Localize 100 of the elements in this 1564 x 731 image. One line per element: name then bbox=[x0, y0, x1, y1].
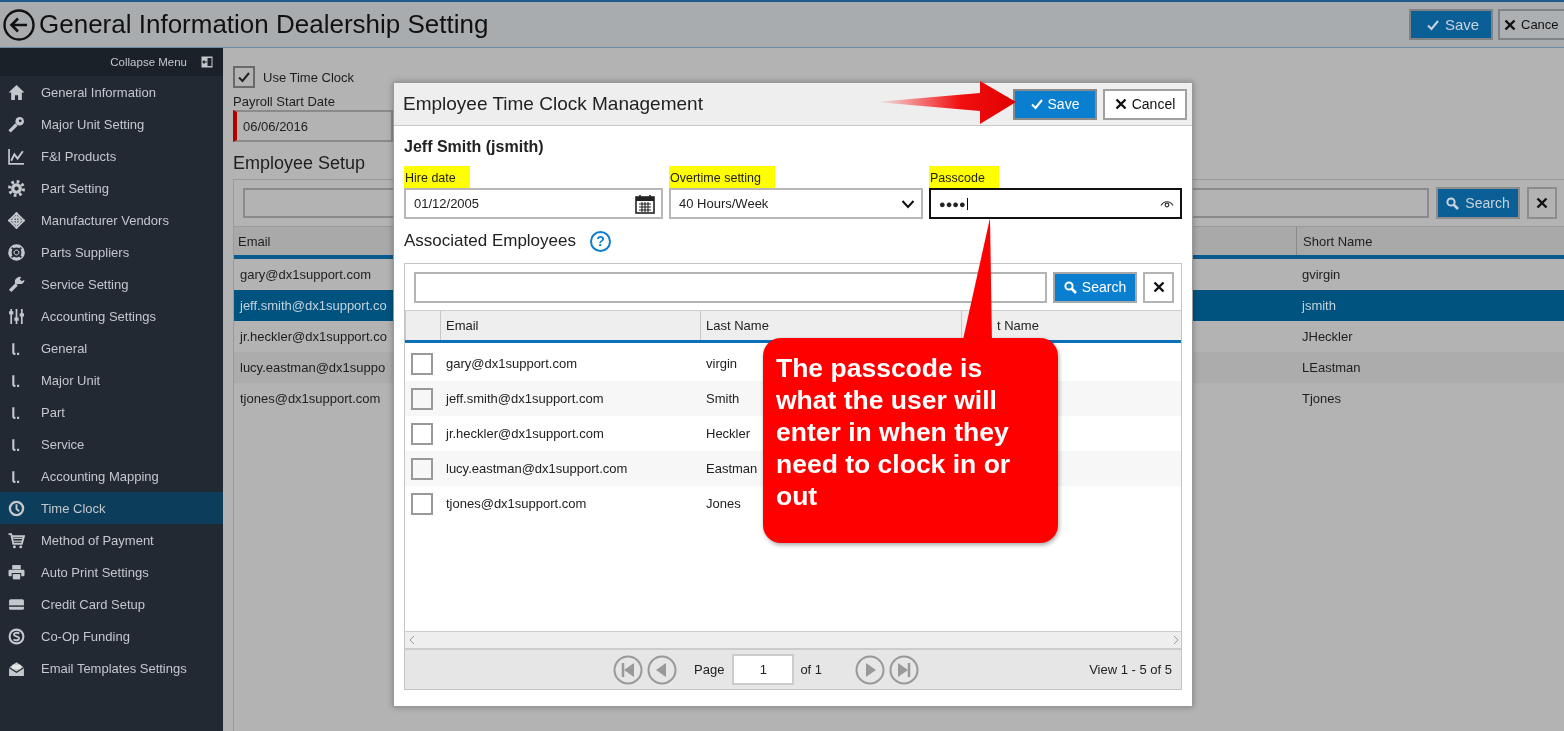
last-page-icon bbox=[889, 654, 920, 685]
column-header: Email bbox=[440, 311, 700, 340]
pager-label: of 1 bbox=[800, 662, 823, 677]
checkbox[interactable] bbox=[233, 66, 255, 88]
sidebar-item[interactable]: Accounting Mapping bbox=[0, 460, 223, 492]
table-cell: jeff.smith@dx1support.co bbox=[240, 298, 387, 313]
close-icon bbox=[1114, 98, 1127, 110]
gear-icon bbox=[8, 179, 25, 197]
sliders-icon bbox=[8, 307, 25, 325]
table-cell: lucy.eastman@dx1suppo bbox=[240, 360, 386, 375]
sidebar-item[interactable]: F&I Products bbox=[0, 140, 223, 172]
check-icon bbox=[238, 71, 250, 83]
clear-button[interactable] bbox=[1527, 187, 1557, 219]
close-icon bbox=[1536, 197, 1548, 209]
sidebar-item[interactable]: Major Unit Setting bbox=[0, 108, 223, 140]
search-icon bbox=[1446, 196, 1460, 210]
table-cell: jr.heckler@dx1support.com bbox=[446, 426, 604, 441]
sidebar-item[interactable]: General Information bbox=[0, 76, 223, 108]
chevron-right-icon bbox=[1173, 635, 1179, 645]
chevron-left-icon bbox=[409, 635, 415, 645]
check-icon bbox=[1030, 98, 1043, 110]
column-header: Email bbox=[237, 233, 272, 249]
save-button[interactable]: Save bbox=[1409, 9, 1493, 40]
section-title: Associated Employees bbox=[404, 231, 576, 251]
search-icon bbox=[1063, 280, 1077, 294]
envelope-icon bbox=[8, 659, 25, 677]
page-title: General Information Dealership Setting bbox=[39, 9, 490, 40]
table-cell: LEastman bbox=[1302, 360, 1361, 375]
save-button[interactable]: Save bbox=[1013, 88, 1097, 120]
employee-name: Jeff Smith (jsmith) bbox=[404, 138, 545, 157]
checkbox[interactable] bbox=[411, 352, 433, 375]
sidebar-item[interactable]: Part Setting bbox=[0, 172, 223, 204]
cancel-button[interactable]: Cancel bbox=[1103, 88, 1187, 120]
table-cell: jsmith bbox=[1302, 298, 1336, 313]
calendar-icon bbox=[635, 193, 655, 214]
checkbox[interactable] bbox=[411, 422, 433, 445]
section-title: Employee Setup bbox=[233, 153, 367, 174]
target-icon bbox=[8, 211, 25, 229]
home-icon bbox=[8, 83, 25, 101]
checkbox-label: Use Time Clock bbox=[263, 69, 355, 85]
collapse-menu-label: Collapse Menu bbox=[110, 56, 187, 68]
page-number-field[interactable]: 1 bbox=[732, 654, 795, 685]
pager-label: Page bbox=[694, 662, 725, 677]
sidebar-item[interactable]: Accounting Settings bbox=[0, 300, 223, 332]
search-button[interactable]: Search bbox=[1053, 271, 1137, 303]
checkbox[interactable] bbox=[411, 387, 433, 410]
table-cell: Heckler bbox=[706, 426, 751, 441]
sidebar-item[interactable]: Auto Print Settings bbox=[0, 556, 223, 588]
dropdown[interactable]: 40 Hours/Week bbox=[669, 188, 923, 219]
clear-button[interactable] bbox=[1143, 271, 1174, 303]
sidebar-item[interactable]: Part bbox=[0, 396, 223, 428]
close-icon bbox=[1504, 18, 1516, 31]
search-field[interactable] bbox=[414, 271, 1047, 303]
sidebar-item[interactable]: Service bbox=[0, 428, 223, 460]
table-cell: jr.heckler@dx1support.co bbox=[240, 329, 387, 344]
table-cell: virgin bbox=[706, 356, 738, 371]
field-label: Overtime setting bbox=[669, 166, 775, 188]
collapse-icon bbox=[201, 56, 213, 68]
checkbox[interactable] bbox=[411, 492, 433, 515]
clock-icon bbox=[8, 499, 25, 517]
chevron-down-icon bbox=[901, 198, 915, 209]
field-label: Passcode bbox=[929, 166, 999, 188]
callout: The passcode is what the user will enter in when they need to clock in or out bbox=[763, 338, 1058, 543]
checkbox[interactable] bbox=[411, 457, 433, 480]
previous-page-icon bbox=[647, 654, 677, 685]
sidebar-item[interactable]: Service Setting bbox=[0, 268, 223, 300]
eye-icon bbox=[1160, 198, 1174, 209]
sidebar-item[interactable]: Credit Card Setup bbox=[0, 588, 223, 620]
table-cell: gvirgin bbox=[1302, 267, 1341, 282]
table-cell: tjones@dx1support.com bbox=[446, 496, 587, 511]
table-cell: Tjones bbox=[1302, 391, 1342, 406]
date-field[interactable]: 01/12/2005 bbox=[404, 188, 663, 219]
column-header: Short Name bbox=[1296, 227, 1564, 255]
key-icon bbox=[8, 115, 25, 133]
sidebar-item[interactable]: Manufacturer Vendors bbox=[0, 204, 223, 236]
check-icon bbox=[1427, 18, 1439, 31]
help-icon[interactable]: ? bbox=[590, 230, 611, 252]
sidebar-item[interactable]: Major Unit bbox=[0, 364, 223, 396]
sidebar-item[interactable]: Method of Payment bbox=[0, 524, 223, 556]
sidebar-item[interactable]: Email Templates Settings bbox=[0, 652, 223, 684]
table-cell: JHeckler bbox=[1302, 329, 1353, 344]
field-label: Payroll Start Date bbox=[233, 94, 335, 109]
table-cell: gary@dx1support.com bbox=[240, 267, 371, 282]
sidebar-item[interactable]: Co-Op Funding bbox=[0, 620, 223, 652]
table-cell: lucy.eastman@dx1support.com bbox=[446, 461, 628, 476]
table-cell: Eastman bbox=[706, 461, 758, 476]
cart-icon bbox=[8, 531, 25, 549]
wrench-icon bbox=[8, 275, 25, 293]
chart-icon bbox=[8, 147, 25, 165]
sidebar-item[interactable]: Parts Suppliers bbox=[0, 236, 223, 268]
sidebar-item[interactable]: Time Clock bbox=[0, 492, 223, 524]
printer-icon bbox=[8, 563, 25, 581]
sidebar-item[interactable]: General bbox=[0, 332, 223, 364]
lifebuoy-icon bbox=[8, 243, 25, 261]
dialog-title: Employee Time Clock Management bbox=[403, 93, 704, 115]
table-cell: jeff.smith@dx1support.com bbox=[446, 391, 604, 406]
cancel-button[interactable]: Cance bbox=[1498, 9, 1564, 40]
table-cell: Smith bbox=[706, 391, 740, 406]
search-button[interactable]: Search bbox=[1436, 187, 1520, 219]
password-field[interactable]: ●●●● bbox=[929, 188, 1182, 219]
